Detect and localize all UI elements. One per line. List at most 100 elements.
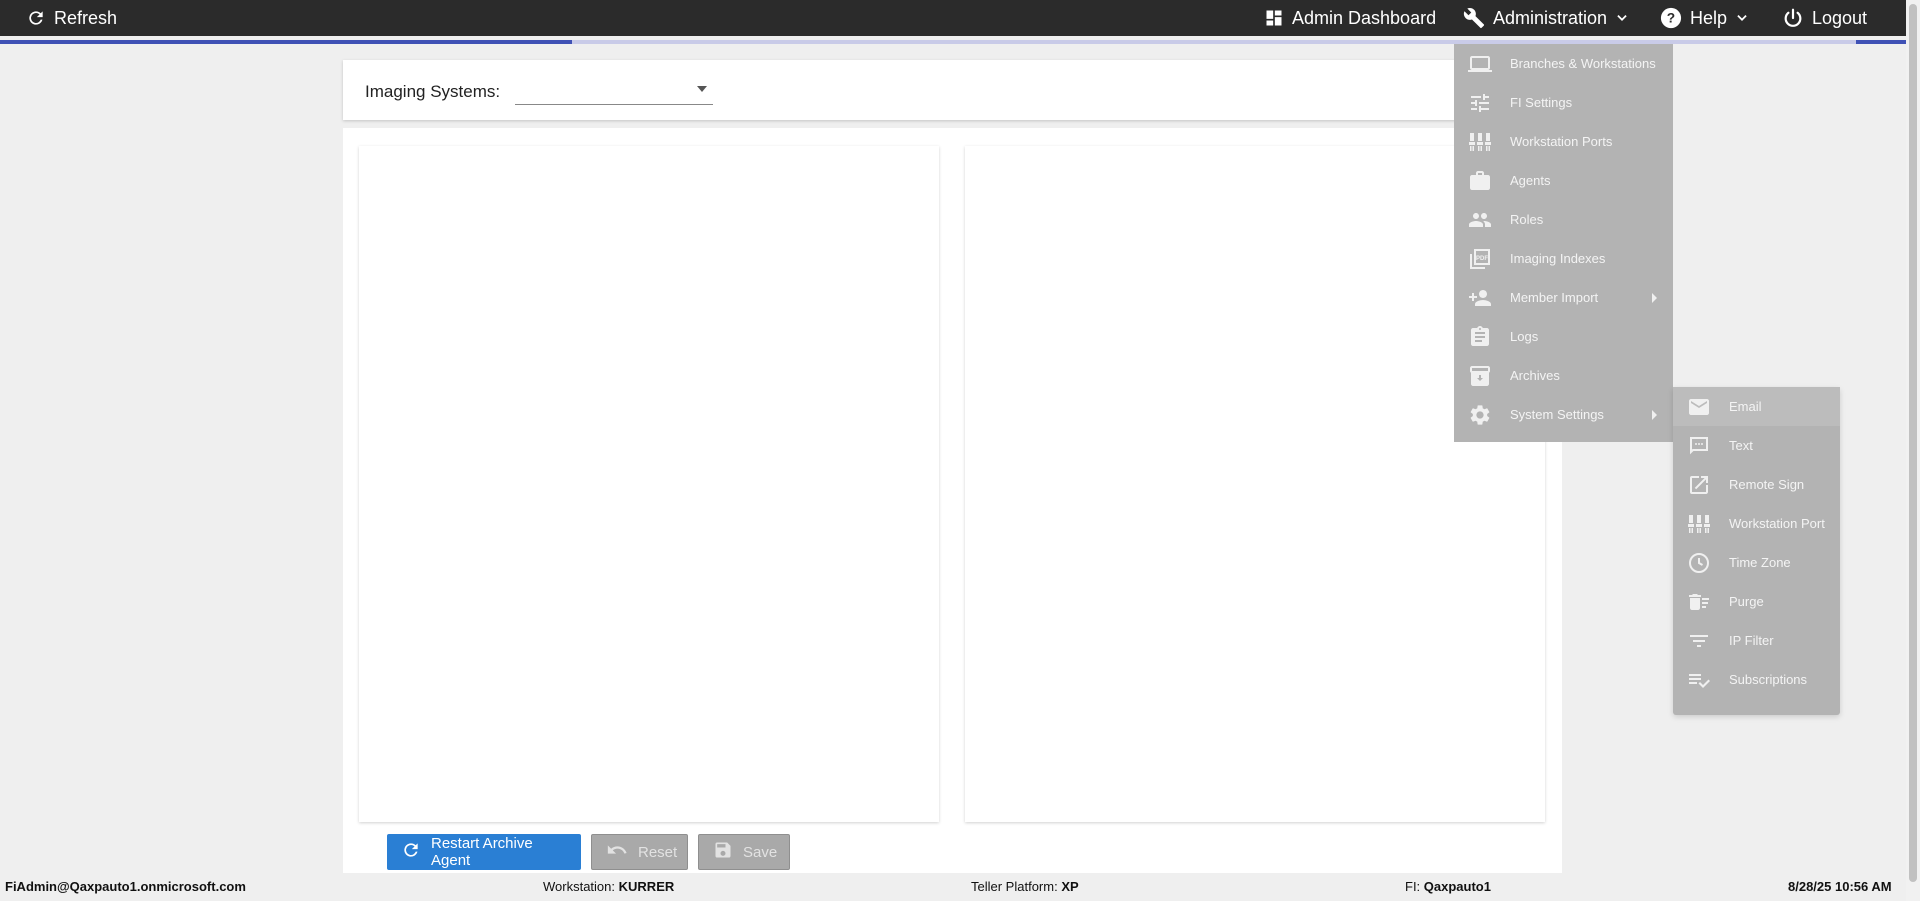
open-in-new-icon [1687, 473, 1711, 497]
submenu-arrow-icon [1652, 410, 1657, 420]
save-label: Save [743, 843, 778, 861]
dropdown-arrow-icon [697, 86, 707, 92]
menu-item-label: Email [1729, 399, 1762, 414]
floppy-disk-icon [713, 840, 733, 864]
people-icon [1468, 208, 1492, 232]
imaging-systems-card: Imaging Systems: [343, 60, 1562, 120]
refresh-label: Refresh [54, 7, 118, 28]
restart-archive-agent-label: Restart Archive Agent [431, 835, 533, 869]
briefcase-icon [1468, 169, 1492, 193]
menu-item-label: Remote Sign [1729, 477, 1805, 492]
status-datetime: 8/28/25 10:56 AM [1788, 879, 1892, 894]
menu-item-imaging-indexes[interactable]: PDF Imaging Indexes [1454, 239, 1673, 278]
reset-label: Reset [638, 843, 678, 861]
menu-item-label: Agents [1510, 173, 1551, 188]
archive-icon [1468, 364, 1492, 388]
menu-item-label: Workstation Ports [1510, 134, 1613, 149]
imaging-systems-select[interactable] [515, 78, 713, 105]
wrench-icon [1463, 7, 1485, 29]
chevron-down-icon [1615, 11, 1629, 25]
person-add-icon [1468, 286, 1492, 310]
undo-icon [606, 839, 628, 865]
pdf-icon: PDF [1468, 247, 1492, 271]
menu-item-system-settings[interactable]: System Settings [1454, 395, 1673, 434]
logout-button[interactable]: Logout [1782, 0, 1867, 36]
status-fi: FI: Qaxpauto1 [1405, 879, 1491, 894]
refresh-button[interactable]: Refresh [26, 0, 117, 36]
restart-archive-agent-button[interactable]: Restart Archive Agent [387, 834, 581, 870]
submenu-arrow-icon [1652, 293, 1657, 303]
menu-item-label: Subscriptions [1729, 672, 1808, 687]
administration-dropdown-menu: Branches & Workstations FI Settings Work… [1454, 44, 1673, 442]
help-menu-button[interactable]: ? Help [1660, 0, 1749, 36]
menu-item-label: Archives [1510, 368, 1560, 383]
left-panel [359, 146, 939, 822]
svg-text:PDF: PDF [1476, 256, 1488, 262]
progress-fill [0, 40, 572, 44]
status-bar: FiAdmin@Qaxpauto1.onmicrosoft.com Workst… [0, 875, 1906, 901]
admin-dashboard-label: Admin Dashboard [1292, 7, 1437, 28]
refresh-icon [26, 8, 46, 28]
svg-text:?: ? [1667, 11, 1675, 26]
menu-item-label: Purge [1729, 594, 1764, 609]
submenu-item-subscriptions[interactable]: Subscriptions [1673, 660, 1840, 699]
submenu-item-ip-filter[interactable]: IP Filter [1673, 621, 1840, 660]
menu-item-workstation-ports[interactable]: Workstation Ports [1454, 122, 1673, 161]
reset-button[interactable]: Reset [591, 834, 688, 870]
submenu-item-workstation-port[interactable]: Workstation Port [1673, 504, 1840, 543]
menu-item-label: Roles [1510, 212, 1544, 227]
archive-content-card: Restart Archive Agent Reset Save [343, 128, 1562, 873]
dashboard-icon [1264, 8, 1284, 28]
chat-icon [1687, 434, 1711, 458]
menu-item-member-import[interactable]: Member Import [1454, 278, 1673, 317]
chevron-down-icon [1735, 11, 1749, 25]
menu-item-fi-settings[interactable]: FI Settings [1454, 83, 1673, 122]
menu-item-label: Member Import [1510, 290, 1599, 305]
menu-item-label: Text [1729, 438, 1753, 453]
clipboard-icon [1468, 325, 1492, 349]
ports-icon [1468, 130, 1492, 154]
tune-icon [1468, 91, 1492, 115]
menu-item-label: Logs [1510, 329, 1539, 344]
vertical-scrollbar[interactable] [1906, 0, 1920, 901]
system-settings-submenu: Email Text Remote Sign Workstation Port … [1673, 387, 1840, 715]
help-label: Help [1690, 7, 1728, 28]
submenu-item-remote-sign[interactable]: Remote Sign [1673, 465, 1840, 504]
menu-item-roles[interactable]: Roles [1454, 200, 1673, 239]
clock-icon [1687, 551, 1711, 575]
administration-menu-button[interactable]: Administration [1463, 0, 1629, 36]
save-button[interactable]: Save [698, 834, 790, 870]
status-workstation: Workstation: KURRER [543, 879, 675, 894]
power-icon [1782, 7, 1804, 29]
refresh-icon [401, 840, 421, 864]
email-icon [1687, 395, 1711, 419]
menu-item-logs[interactable]: Logs [1454, 317, 1673, 356]
menu-item-label: FI Settings [1510, 95, 1573, 110]
top-navigation-bar: Refresh Admin Dashboard Administration ?… [0, 0, 1906, 36]
menu-item-label: Branches & Workstations [1510, 56, 1656, 71]
filter-icon [1687, 629, 1711, 653]
imaging-systems-label: Imaging Systems: [365, 82, 501, 101]
progress-end-segment [1856, 40, 1906, 44]
menu-item-label: Imaging Indexes [1510, 251, 1606, 266]
delete-sweep-icon [1687, 590, 1711, 614]
submenu-item-purge[interactable]: Purge [1673, 582, 1840, 621]
menu-item-agents[interactable]: Agents [1454, 161, 1673, 200]
submenu-item-text[interactable]: Text [1673, 426, 1840, 465]
scrollbar-thumb[interactable] [1909, 4, 1917, 882]
submenu-item-time-zone[interactable]: Time Zone [1673, 543, 1840, 582]
administration-label: Administration [1493, 7, 1608, 28]
admin-dashboard-link[interactable]: Admin Dashboard [1264, 0, 1436, 36]
logout-label: Logout [1812, 7, 1868, 28]
ports-icon [1687, 512, 1711, 536]
status-teller-platform: Teller Platform: XP [971, 879, 1079, 894]
menu-item-label: System Settings [1510, 407, 1604, 422]
laptop-icon [1468, 52, 1492, 76]
submenu-item-email[interactable]: Email [1673, 387, 1840, 426]
menu-item-branches-workstations[interactable]: Branches & Workstations [1454, 44, 1673, 83]
menu-item-label: Time Zone [1729, 555, 1791, 570]
status-user: FiAdmin@Qaxpauto1.onmicrosoft.com [5, 879, 246, 894]
menu-item-archives[interactable]: Archives [1454, 356, 1673, 395]
playlist-check-icon [1687, 668, 1711, 692]
help-icon: ? [1660, 7, 1682, 29]
